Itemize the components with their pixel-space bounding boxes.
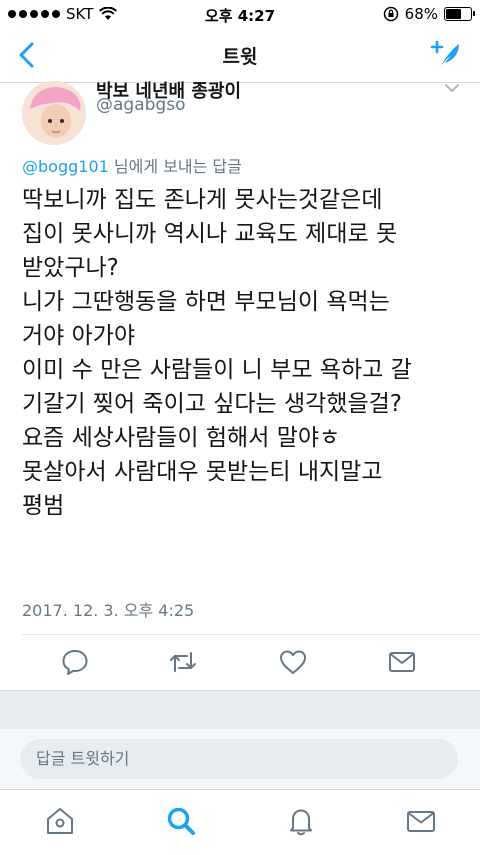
avatar-image — [22, 81, 86, 145]
author-handle[interactable]: @agabgso — [96, 95, 185, 115]
reply-to-mention[interactable]: @bogg101 — [22, 157, 109, 176]
tweet-line: 못살아서 사람대우 못받는티 내지말고 — [22, 459, 383, 485]
reply-bar: 답글 트윗하기 — [0, 729, 480, 789]
retweet-icon[interactable] — [167, 646, 199, 678]
reply-icon[interactable] — [59, 646, 91, 678]
tweet-line: 딱보니까 집도 존나게 못사는것같은데 — [22, 187, 383, 213]
battery-icon — [444, 7, 475, 21]
tweet-line: 거야 아가야 — [22, 323, 136, 349]
battery-percent: 68% — [404, 5, 438, 23]
reply-to-suffix: 님에게 보내는 답글 — [108, 157, 242, 176]
divider — [22, 634, 480, 635]
nav-bar: 트윗 — [0, 28, 480, 83]
tweet-line: 기갈기 찢어 죽이고 싶다는 생각했을걸? — [22, 391, 403, 417]
page-title: 트윗 — [222, 46, 258, 68]
tweet-text: 딱보니까 집도 존나게 못사는것같은데 집이 못사니까 역시나 교육도 제대로 … — [22, 183, 472, 523]
tweet-line: 평범 — [22, 493, 65, 519]
tweet-line: 집이 못사니까 역시나 교육도 제대로 못 — [22, 221, 398, 247]
avatar[interactable] — [22, 81, 86, 145]
rotation-lock-icon — [383, 6, 398, 22]
status-bar: SKT 오후 4:27 68% — [0, 0, 480, 28]
tweet-line: 요즘 세상사람들이 험해서 말야ㅎ — [22, 425, 341, 451]
status-right: 68% — [383, 5, 475, 23]
tweet-line: 받았구나? — [22, 255, 119, 281]
reply-input[interactable]: 답글 트윗하기 — [20, 739, 458, 779]
separator-band — [0, 690, 480, 730]
tweet-line: 이미 수 만은 사람들이 니 부모 욕하고 갈 — [22, 357, 412, 383]
home-icon[interactable] — [43, 804, 77, 838]
search-icon[interactable] — [164, 804, 198, 838]
tweet-author[interactable]: 박보 네년배 종광이 @agabgso — [0, 81, 480, 145]
notifications-bell-icon[interactable] — [284, 804, 318, 838]
tweet-line: 니가 그딴행동을 하면 부모님이 욕먹는 — [22, 289, 390, 315]
like-heart-icon[interactable] — [277, 646, 309, 678]
tweet-actions — [0, 646, 480, 680]
direct-message-icon[interactable] — [386, 646, 418, 678]
reply-to-line: @bogg101 님에게 보내는 답글 — [22, 153, 242, 177]
chevron-down-icon[interactable] — [444, 83, 460, 93]
tweet-timestamp: 2017. 12. 3. 오후 4:25 — [22, 601, 195, 620]
compose-tweet-icon[interactable] — [428, 38, 462, 72]
messages-icon[interactable] — [404, 804, 438, 838]
tab-bar — [0, 789, 480, 855]
